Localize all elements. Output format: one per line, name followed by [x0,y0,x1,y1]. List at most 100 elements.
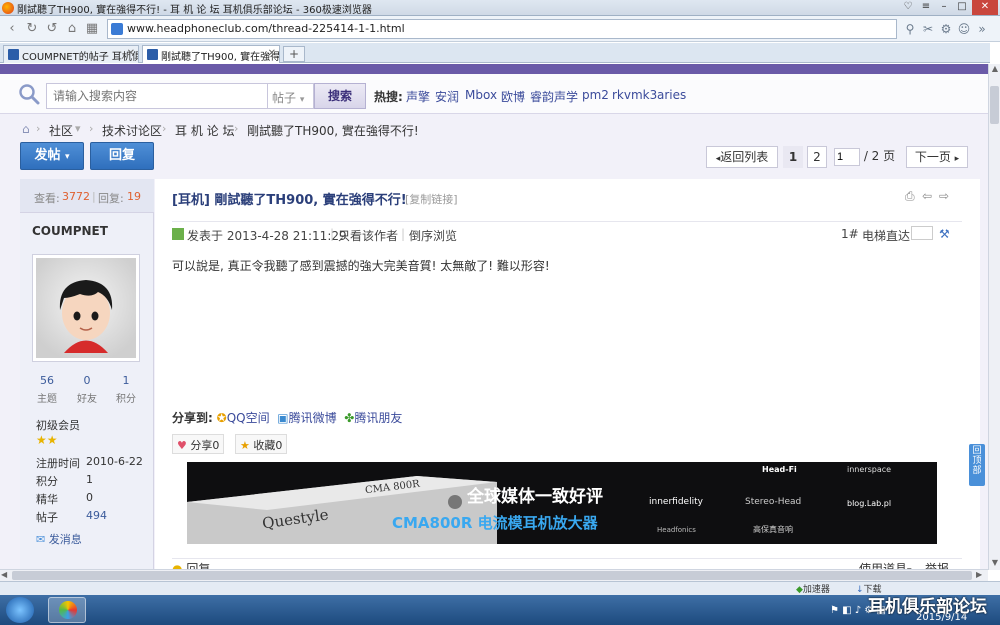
accelerator-button[interactable]: ◆加速器 [796,582,830,595]
horizontal-scroll-thumb[interactable] [12,571,972,580]
hot-term[interactable]: rkvmk3 [612,88,657,102]
tools-icon[interactable]: ✂ [920,21,936,37]
back-to-list-button[interactable]: ◂返回列表 [706,146,778,168]
horizontal-scrollbar[interactable]: ◀ ▶ [0,569,988,581]
favorite-button[interactable]: ★ 收藏0 [235,434,288,454]
user-icon[interactable]: ☺ [956,21,972,37]
author-sidebar: 查看: 3772 | 回复: 19 COUMPNET 56 主题 0 好友 1 … [20,179,154,570]
tab-strip: COUMPNET的帖子 耳机俱乐 ✕ 剛試聽了TH900, 實在強得 ✕ + [0,43,990,63]
chevron-right-icon: ▸ [954,154,960,164]
extension-icon[interactable]: ⚙ [938,21,954,37]
scroll-right-icon[interactable]: ▶ [976,570,982,579]
tab-thread[interactable]: 剛試聽了TH900, 實在強得 ✕ [142,45,280,63]
only-author-link[interactable]: 只看该作者 [338,227,398,244]
send-message-link[interactable]: ✉ 发消息 [36,531,82,547]
share-button[interactable]: ♥ 分享0 [172,434,225,454]
search-engine-icon[interactable]: ⚲ [902,21,918,37]
taskbar-browser-button[interactable] [48,597,86,623]
maximize-icon[interactable]: □ [954,0,970,15]
banner-logo: Head-Fi [762,465,797,474]
hot-term[interactable]: pm2 [582,88,609,102]
search-type-select[interactable]: 帖子 ▾ [268,83,314,109]
close-window-icon[interactable]: ✕ [972,0,998,15]
hot-term[interactable]: 睿韵声学 [530,88,578,105]
stat-points-value[interactable]: 1 [109,374,143,387]
breadcrumb-item[interactable]: 社区 [49,122,73,139]
next-page-button[interactable]: 下一页 ▸ [906,146,968,168]
vertical-scroll-thumb[interactable] [990,86,999,124]
minimize-icon[interactable]: – [936,0,952,15]
hot-term[interactable]: Mbox [465,88,497,102]
copy-link[interactable]: [复制链接] [405,191,458,207]
share-qzone[interactable]: QQ空间 [227,411,270,425]
taskbar: ⚑ ◧ ♪ ⚙ ▤ 2015/9/14 [0,595,1000,625]
scroll-down-icon[interactable]: ▼ [990,558,1000,570]
stat-topics-value[interactable]: 56 [30,374,64,387]
reply-button[interactable]: 回复 [90,142,154,170]
wrench-icon[interactable]: ⚒ [939,227,950,241]
star-icon: ★ [240,439,250,452]
skin-icon[interactable]: ♡ [900,0,916,15]
breadcrumb-separator: › [89,122,94,135]
scroll-left-icon[interactable]: ◀ [1,570,7,579]
page-current[interactable]: 1 [783,146,803,168]
refresh-icon[interactable]: ↻ [24,21,40,37]
home-icon[interactable]: ⌂ [64,21,80,37]
share-weibo[interactable]: 腾讯微博 [289,411,337,425]
menu-icon[interactable]: ≡ [918,0,934,15]
prev-thread-icon[interactable]: ⇦ [922,189,932,203]
breadcrumb-item[interactable]: 剛試聽了TH900, 實在強得不行! [247,122,419,139]
status-bar: ◆加速器 ↓下载 [0,581,1000,595]
url-text[interactable]: www.headphoneclub.com/thread-225414-1-1.… [127,22,405,35]
reverse-order-link[interactable]: 倒序浏览 [409,227,457,244]
more-icon[interactable]: » [974,21,990,37]
address-bar[interactable]: www.headphoneclub.com/thread-225414-1-1.… [107,19,897,39]
info-label: 帖子 [36,511,58,524]
page-jump-input[interactable] [834,148,860,166]
info-value[interactable]: 494 [86,509,107,522]
vertical-scrollbar[interactable]: ▲ ▼ [988,64,1000,570]
scroll-up-icon[interactable]: ▲ [990,64,1000,76]
tab-user-posts[interactable]: COUMPNET的帖子 耳机俱乐 ✕ [3,45,139,63]
next-thread-icon[interactable]: ⇨ [939,189,949,203]
info-label: 注册时间 [36,457,80,470]
hot-term[interactable]: 声擎 [406,88,430,105]
banner-logo: innerfidelity [649,497,703,507]
favicon-icon [147,49,158,60]
start-button-icon[interactable] [6,597,34,623]
hot-term[interactable]: aries [657,88,686,102]
page-link[interactable]: 2 [807,146,827,168]
page-jump: / 2 页 [834,146,904,168]
qzone-icon: ✪ [216,411,227,425]
new-post-button[interactable]: 发帖 ▾ [20,142,84,170]
stat-friends-value[interactable]: 0 [70,374,104,387]
apps-icon[interactable]: ▦ [84,21,100,37]
close-tab-icon[interactable]: ✕ [127,48,135,59]
share-pengyou[interactable]: 腾讯朋友 [354,411,402,425]
elevator-input[interactable] [911,226,933,240]
breadcrumb-item[interactable]: 技术讨论区 [102,122,162,139]
ad-banner[interactable]: Questyle CMA 800R 全球媒体一致好评 CMA800R 电流模耳机… [187,462,937,544]
avatar[interactable] [32,254,140,362]
banner-logo: Headfonics [657,526,696,534]
new-tab-button[interactable]: + [283,46,305,62]
home-icon[interactable]: ⌂ [22,122,30,136]
search-input[interactable] [46,83,268,109]
next-page-label: 下一页 [914,150,951,164]
restore-icon[interactable]: ↺ [44,21,60,37]
print-icon[interactable]: ⎙ [905,189,915,204]
back-to-top-button[interactable]: 回顶部 [969,444,985,486]
close-tab-icon[interactable]: ✕ [268,48,276,59]
security-icon [111,23,123,35]
post-footer-divider [172,558,962,559]
author-name[interactable]: COUMPNET [32,224,108,238]
meta-separator: | [401,227,406,241]
stat-points-label: 积分 [116,394,136,405]
hot-term[interactable]: 欧博 [501,88,525,105]
back-icon[interactable]: ‹ [4,21,20,37]
page-viewport: 帖子 ▾ 搜索 热搜: 声擎 安润 Mbox 欧博 睿韵声学 pm2 rkvmk… [0,64,988,570]
search-button[interactable]: 搜索 [314,83,366,109]
banner-subline: CMA800R 电流模耳机放大器 [392,514,598,532]
breadcrumb-item[interactable]: 耳 机 论 坛 [175,122,234,139]
hot-term[interactable]: 安润 [435,88,459,105]
